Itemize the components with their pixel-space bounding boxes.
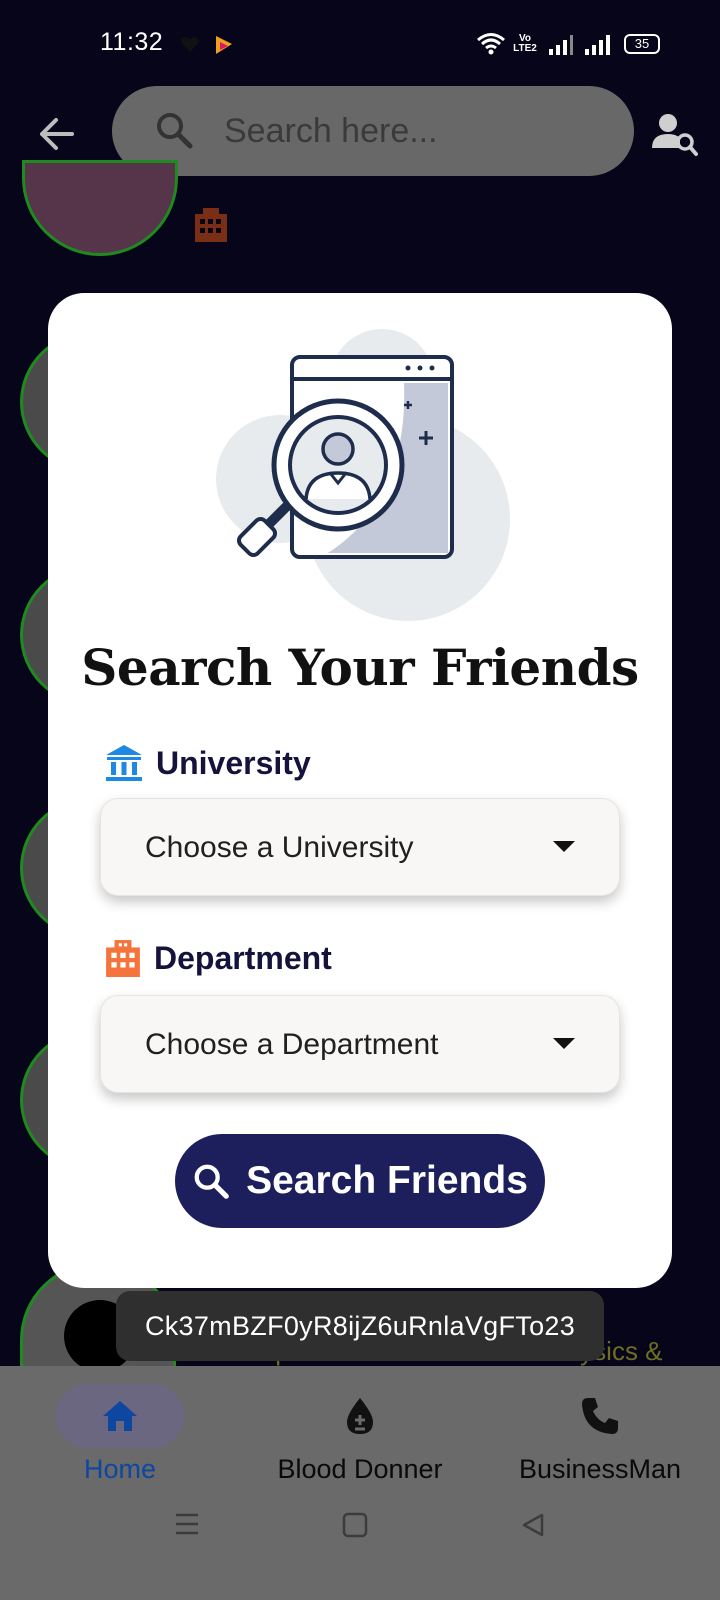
signal-icon-sim1 (549, 35, 573, 55)
phone-icon (582, 1398, 618, 1434)
status-bar: 11:32 Vo LTE2 35 (0, 0, 720, 90)
department-select[interactable]: Choose a Department (100, 995, 620, 1093)
nav-item-home[interactable]: Home (56, 1384, 184, 1485)
notification-app-icon (216, 36, 232, 54)
back-triangle-icon[interactable] (520, 1512, 546, 1538)
university-label: University (156, 744, 311, 781)
find-user-button[interactable] (652, 112, 698, 161)
home-square-icon[interactable] (342, 1512, 368, 1538)
search-friends-label: Search Friends (246, 1159, 528, 1202)
university-select-value: Choose a University (145, 831, 414, 864)
department-icon (106, 940, 140, 977)
building-icon (195, 208, 227, 242)
search-bar[interactable] (112, 86, 634, 176)
list-avatar[interactable] (22, 160, 178, 256)
profile-search-illustration (216, 329, 510, 621)
signal-icon-sim2 (585, 35, 610, 55)
bottom-navigation: Home Blood Donner BusinessMan (0, 1366, 720, 1600)
search-friends-button[interactable]: Search Friends (175, 1134, 545, 1228)
dropdown-caret-icon (553, 841, 575, 852)
battery-indicator: 35 (624, 34, 660, 54)
volte-label: Vo LTE2 (513, 33, 537, 54)
dropdown-caret-icon (553, 1038, 575, 1049)
home-icon (103, 1401, 137, 1431)
back-button[interactable] (30, 108, 82, 160)
search-icon (157, 113, 193, 149)
blood-drop-icon (347, 1398, 373, 1434)
nav-label-home: Home (83, 1454, 157, 1484)
search-input[interactable] (224, 106, 604, 156)
battery-level: 35 (634, 36, 650, 51)
dialog-title: Search Your Friends (81, 638, 639, 697)
status-time: 11:32 (100, 28, 164, 56)
department-label: Department (154, 939, 332, 976)
nav-label-businessman: BusinessMan (518, 1454, 682, 1484)
wifi-icon (477, 33, 505, 55)
search-friends-dialog: Search Your Friends University Choose a … (48, 293, 672, 1288)
user-search-icon (652, 114, 698, 156)
search-icon (194, 1164, 229, 1199)
notification-heart-icon (181, 37, 199, 52)
university-field-label: University (104, 743, 311, 783)
nav-active-indicator (56, 1384, 184, 1448)
department-select-value: Choose a Department (145, 1028, 439, 1061)
toast-message: Ck37mBZF0yR8ijZ6uRnlaVgFTo23 (116, 1291, 604, 1361)
menu-icon[interactable] (174, 1512, 200, 1536)
department-field-label: Department (104, 939, 332, 977)
nav-item-businessman[interactable]: BusinessMan (500, 1384, 700, 1485)
nav-item-blood-donner[interactable]: Blood Donner (250, 1384, 470, 1485)
university-icon (106, 745, 142, 781)
back-arrow-icon (40, 118, 74, 150)
nav-label-blood-donner: Blood Donner (277, 1454, 443, 1484)
university-select[interactable]: Choose a University (100, 798, 620, 896)
